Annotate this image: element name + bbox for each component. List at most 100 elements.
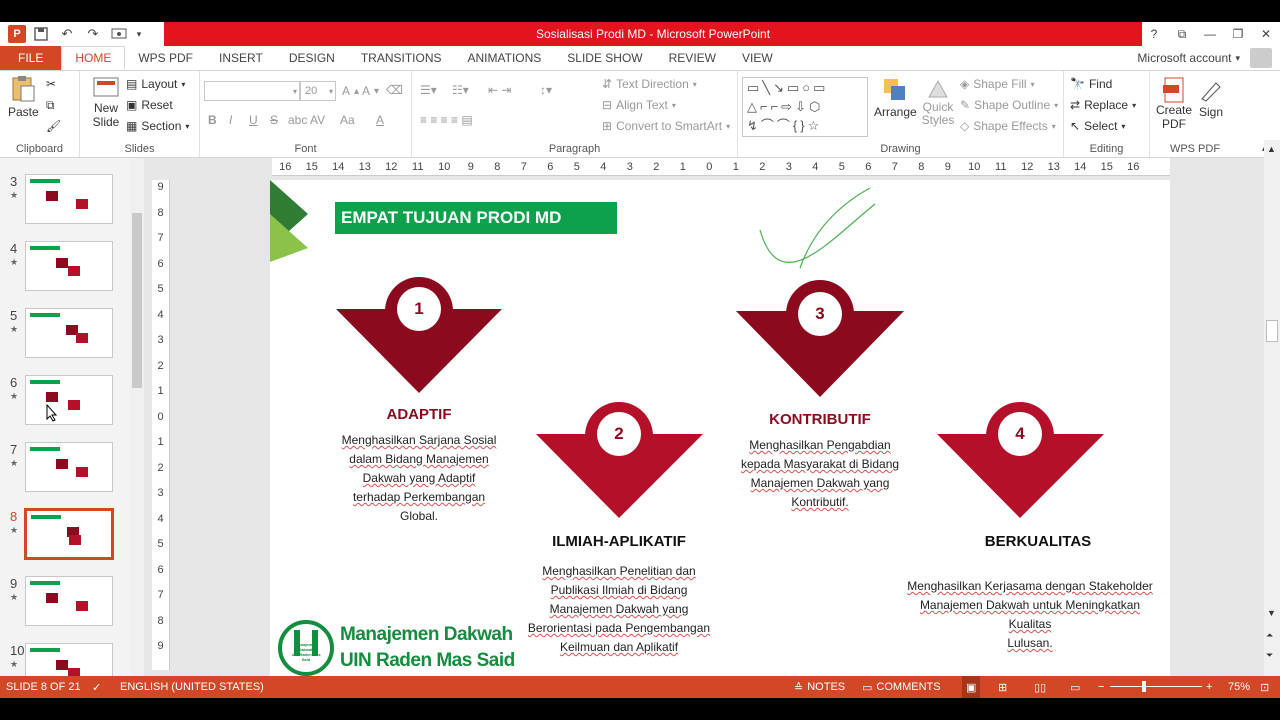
tab-insert[interactable]: INSERT <box>206 46 276 70</box>
fit-slide-icon[interactable]: ⊡ <box>1260 676 1269 698</box>
arrange-button[interactable]: Arrange <box>874 77 917 119</box>
tab-home[interactable]: HOME <box>61 46 126 70</box>
zoom-out-icon[interactable]: − <box>1098 676 1104 698</box>
restore-button[interactable]: ❐ <box>1224 22 1252 46</box>
zoom-in-icon[interactable]: + <box>1206 676 1212 698</box>
scroll-thumb[interactable] <box>132 213 142 388</box>
char-spacing-button[interactable]: AV <box>310 113 325 127</box>
cut-icon[interactable]: ✂ <box>46 77 56 91</box>
normal-view-icon[interactable]: ▣ <box>962 676 981 698</box>
slide-thumbnail[interactable]: 3 ★ <box>0 174 128 234</box>
customize-qat-icon[interactable]: ▾ <box>134 24 144 44</box>
italic-button[interactable]: I <box>229 113 232 127</box>
block-body-1[interactable]: Menghasilkan Sarjana Sosial dalam Bidang… <box>329 431 509 526</box>
help-button[interactable]: ? <box>1140 22 1168 46</box>
find-button[interactable]: 🔭 Find <box>1070 77 1112 91</box>
tab-slide-show[interactable]: SLIDE SHOW <box>554 46 655 70</box>
thumbnail-image[interactable] <box>25 241 113 291</box>
slide-thumbnail[interactable]: 5 ★ <box>0 308 128 368</box>
account-menu[interactable]: Microsoft account ▾ <box>1137 46 1240 70</box>
save-icon[interactable] <box>30 24 52 44</box>
create-pdf-button[interactable]: Create PDF <box>1156 77 1192 131</box>
bold-button[interactable]: B <box>208 113 217 127</box>
undo-icon[interactable]: ↶ <box>56 24 78 44</box>
block-title-3[interactable]: KONTRIBUTIF <box>740 411 900 428</box>
tab-review[interactable]: REVIEW <box>656 46 729 70</box>
line-spacing-icon[interactable]: ↕▾ <box>540 83 552 97</box>
language-indicator[interactable]: ENGLISH (UNITED STATES) <box>120 676 264 698</box>
thumbnail-image[interactable] <box>25 308 113 358</box>
replace-button[interactable]: ⇄ Replace ▾ <box>1070 98 1136 112</box>
copy-icon[interactable]: ⧉ <box>46 98 55 113</box>
slide-thumbnail[interactable]: 7 ★ <box>0 442 128 502</box>
block-title-1[interactable]: ADAPTIF <box>339 406 499 423</box>
tab-wps-pdf[interactable]: WPS PDF <box>125 46 206 70</box>
touch-mode-icon[interactable] <box>108 24 130 44</box>
align-icons[interactable]: ≡ ≡ ≡ ≡ ▤ <box>420 113 473 127</box>
slide-thumbnail[interactable]: 6 ★ <box>0 375 128 435</box>
grow-font-icon[interactable]: A ▴ <box>342 84 359 98</box>
reset-button[interactable]: ▣ Reset <box>126 98 173 112</box>
block-title-2[interactable]: ILMIAH-APLIKATIF <box>539 533 699 550</box>
bullets-icon[interactable]: ☰▾ <box>420 83 437 97</box>
thumbnail-image[interactable] <box>25 375 113 425</box>
slide-canvas[interactable]: EMPAT TUJUAN PRODI MD 1 2 3 4 ADAPTIF Me… <box>270 180 1170 676</box>
scroll-thumb[interactable] <box>1266 320 1278 342</box>
scroll-up-icon[interactable]: ▲ <box>1267 144 1276 154</box>
thumbnail-image[interactable] <box>25 576 113 626</box>
tab-view[interactable]: VIEW <box>729 46 786 70</box>
font-name-box[interactable]: ▾ <box>204 81 300 101</box>
thumbnail-image[interactable] <box>25 643 113 676</box>
tab-design[interactable]: DESIGN <box>276 46 348 70</box>
block-body-3[interactable]: Menghasilkan Pengabdian kepada Masyaraka… <box>730 436 910 512</box>
select-button[interactable]: ↖ Select ▾ <box>1070 119 1125 133</box>
slide-heading[interactable]: EMPAT TUJUAN PRODI MD <box>335 202 617 234</box>
shape-effects-button[interactable]: ◇ Shape Effects ▾ <box>960 119 1056 133</box>
spell-check-icon[interactable]: ✓ <box>92 676 101 698</box>
new-slide-button[interactable]: New Slide <box>88 77 124 129</box>
powerpoint-logo-icon[interactable]: P <box>8 25 26 43</box>
block-title-4[interactable]: BERKUALITAS <box>958 533 1118 550</box>
convert-smartart-button[interactable]: ⊞ Convert to SmartArt ▾ <box>602 119 730 133</box>
zoom-slider[interactable] <box>1110 676 1202 698</box>
avatar[interactable] <box>1250 48 1272 68</box>
indent-icons[interactable]: ⇤ ⇥ <box>488 83 511 97</box>
font-color-button[interactable]: A <box>376 113 384 127</box>
slide-thumbnail[interactable]: 9 ★ <box>0 576 128 636</box>
shrink-font-icon[interactable]: A ▾ <box>362 84 379 98</box>
reading-view-icon[interactable]: ▯▯ <box>1034 676 1046 698</box>
tab-animations[interactable]: ANIMATIONS <box>455 46 555 70</box>
prev-slide-icon[interactable]: ⏶ <box>1266 630 1273 641</box>
thumbnail-scrollbar[interactable] <box>130 158 144 676</box>
zoom-level[interactable]: 75% <box>1228 676 1250 698</box>
format-painter-icon[interactable]: 🖌 <box>46 119 61 133</box>
slide-thumbnail[interactable]: 4 ★ <box>0 241 128 301</box>
slide-thumbnail[interactable]: 8 ★ <box>0 508 128 569</box>
block-body-2[interactable]: Menghasilkan Penelitian dan Publikasi Il… <box>519 562 719 657</box>
minimize-button[interactable]: — <box>1196 22 1224 46</box>
clear-format-icon[interactable]: ⌫ <box>386 83 403 97</box>
tab-transitions[interactable]: TRANSITIONS <box>348 46 455 70</box>
layout-button[interactable]: ▤ Layout ▾ <box>126 77 185 91</box>
tab-file[interactable]: FILE <box>0 46 62 70</box>
redo-icon[interactable]: ↷ <box>82 24 104 44</box>
comments-button[interactable]: ▭ COMMENTS <box>862 676 941 698</box>
block-body-4[interactable]: Menghasilkan Kerjasama dengan Stakeholde… <box>900 577 1160 653</box>
strikethrough-button[interactable]: S <box>270 113 278 127</box>
font-size-box[interactable]: 20 ▾ <box>300 81 336 101</box>
text-shadow-button[interactable]: abc <box>288 113 307 127</box>
notes-button[interactable]: ≙ NOTES <box>794 676 845 698</box>
thumbnail-image[interactable] <box>25 442 113 492</box>
shapes-gallery[interactable]: ▭╲↘▭○▭ △⌐⌐⇨⇩⬡ ↯⌒⌒{}☆ <box>742 77 868 137</box>
sign-button[interactable]: Sign <box>1198 77 1224 119</box>
next-slide-icon[interactable]: ⏷ <box>1266 650 1273 661</box>
zoom-thumb[interactable] <box>1142 681 1146 692</box>
shape-fill-button[interactable]: ◈ Shape Fill ▾ <box>960 77 1035 91</box>
change-case-button[interactable]: Aa <box>340 113 355 127</box>
thumbnail-image[interactable] <box>25 174 113 224</box>
text-direction-button[interactable]: ⇵ Text Direction ▾ <box>602 77 697 91</box>
quick-styles-button[interactable]: Quick Styles <box>920 77 956 127</box>
underline-button[interactable]: U <box>249 113 258 127</box>
vertical-scrollbar[interactable]: ▲ ▼ ⏶ ⏷ <box>1264 140 1280 676</box>
align-text-button[interactable]: ⊟ Align Text ▾ <box>602 98 676 112</box>
